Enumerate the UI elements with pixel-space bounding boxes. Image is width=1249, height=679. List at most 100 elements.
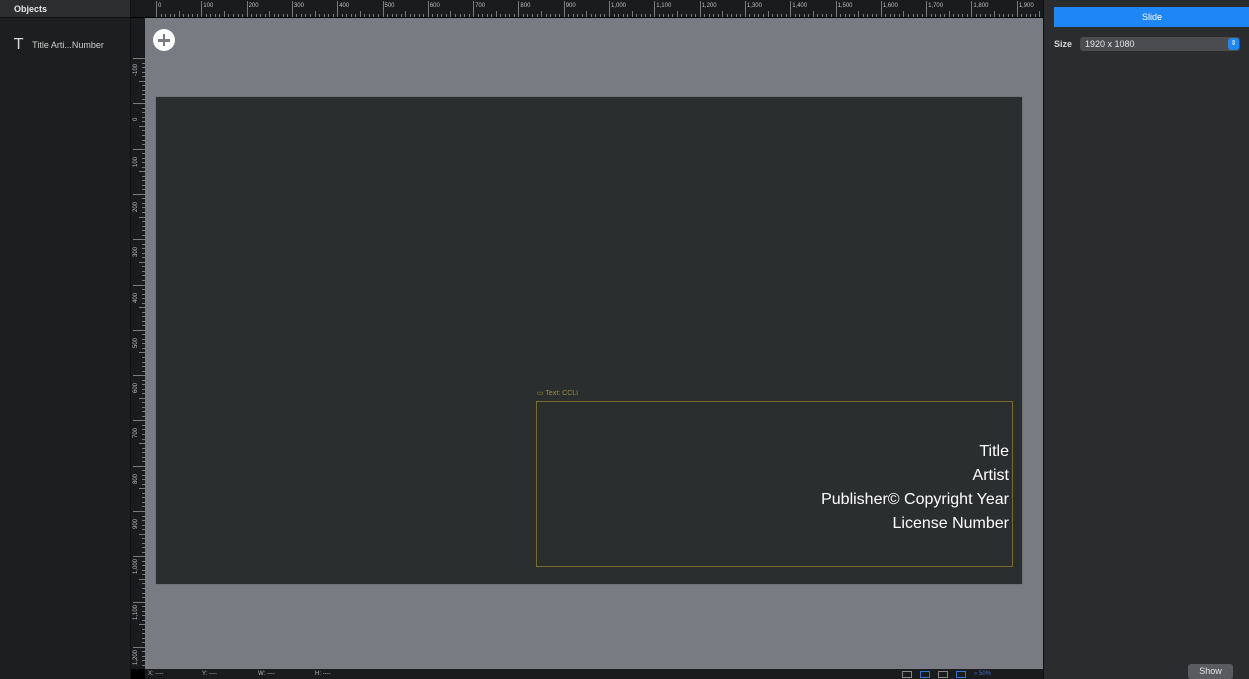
object-list-item-label: Title Arti...Number [32, 39, 104, 50]
ruler-minor-tick [749, 14, 751, 17]
ruler-label: 400 [133, 292, 139, 303]
objects-panel-header: Objects [0, 0, 130, 18]
ruler-minor-tick [536, 14, 538, 17]
ruler-minor-tick [826, 14, 828, 17]
ruler-label: 700 [475, 3, 486, 9]
ruler-minor-tick [264, 14, 266, 17]
ruler-label: 1,900 [1018, 3, 1034, 9]
ruler-minor-tick [214, 14, 216, 17]
ruler-minor-tick [559, 14, 561, 17]
ruler-label: 300 [133, 247, 139, 258]
ruler-minor-tick [722, 11, 724, 17]
chevron-updown-icon[interactable]: ⇕ [1228, 38, 1240, 50]
objects-panel: Objects T Title Arti...Number [0, 0, 131, 679]
ruler-tick [790, 1, 792, 17]
ruler-minor-tick [853, 14, 855, 17]
ruler-minor-tick [178, 11, 180, 17]
ruler-minor-tick [414, 14, 416, 17]
ruler-minor-tick [667, 14, 669, 17]
ruler-minor-tick [858, 11, 860, 17]
ruler-minor-tick [676, 11, 678, 17]
ruler-minor-tick [196, 14, 198, 17]
ruler-minor-tick [459, 14, 461, 17]
ruler-minor-tick [935, 14, 937, 17]
plus-circle-icon[interactable] [153, 29, 175, 51]
slide-text-license: License Number [892, 515, 1010, 532]
slide-text-publisher: Publisher© Copyright Year [821, 491, 1009, 508]
ruler-tick [971, 1, 973, 17]
ruler-minor-tick [278, 14, 280, 17]
slide-text-block[interactable]: Title Artist Publisher© Copyright Year L… [821, 440, 1009, 536]
show-button[interactable]: Show [1188, 664, 1233, 679]
size-row: Size 1920 x 1080 ⇕ [1054, 37, 1241, 51]
ruler-minor-tick [772, 14, 774, 17]
ruler-label: 1,300 [746, 3, 762, 9]
ruler-minor-tick [169, 14, 171, 17]
ruler-label: 400 [339, 3, 350, 9]
ruler-minor-tick [1003, 14, 1005, 17]
zoom-level[interactable]: ⌕ 50% [974, 671, 991, 678]
ruler-minor-tick [332, 14, 334, 17]
ruler-minor-tick [468, 14, 470, 17]
size-select[interactable]: 1920 x 1080 ⇕ [1080, 37, 1241, 51]
ruler-minor-tick [613, 14, 615, 17]
status-icons: ⌕ 50% [902, 669, 991, 679]
ruler-minor-tick [495, 11, 497, 17]
ruler-minor-tick [577, 14, 579, 17]
ruler-tick [654, 1, 656, 17]
snap-icon[interactable] [920, 670, 930, 678]
ruler-minor-tick [405, 11, 407, 17]
ruler-tick [133, 511, 145, 512]
ruler-tick [133, 193, 145, 195]
ruler-tick [201, 1, 203, 17]
tab-slide[interactable]: Slide [1054, 7, 1249, 27]
ruler-minor-tick [645, 14, 647, 17]
ruler-minor-tick [586, 11, 588, 17]
ruler-tick [133, 329, 145, 331]
ruler-tick [133, 601, 145, 603]
ruler-minor-tick [758, 14, 760, 17]
ruler-minor-tick [994, 11, 996, 17]
ruler-label: 900 [133, 518, 139, 529]
ruler-label: 0 [133, 117, 139, 122]
guides-icon[interactable] [956, 670, 966, 678]
ruler-minor-tick [1021, 14, 1023, 17]
ruler-tick [1016, 1, 1018, 17]
ruler-minor-tick [454, 14, 456, 17]
ruler-minor-tick [251, 14, 253, 17]
ruler-minor-tick [1012, 14, 1014, 17]
ruler-minor-tick [622, 14, 624, 17]
ruler-minor-tick [776, 14, 778, 17]
ruler-minor-tick [210, 14, 212, 17]
ruler-minor-tick [174, 14, 176, 17]
ruler-label: 100 [203, 3, 214, 9]
ruler-tick [518, 1, 520, 17]
ruler-minor-tick [631, 11, 633, 17]
text-box-label: ▭ Text: CCLI [537, 390, 579, 397]
ruler-minor-tick [763, 14, 765, 17]
ruler-tick [133, 103, 145, 105]
ruler-minor-tick [187, 14, 189, 17]
checkerboard-icon[interactable] [902, 670, 912, 678]
ruler-minor-tick [364, 14, 366, 17]
ruler-label: 800 [133, 473, 139, 484]
ruler-minor-tick [903, 11, 905, 17]
ruler-label: 500 [133, 337, 139, 348]
grid-icon[interactable] [938, 670, 948, 678]
ruler-minor-tick [713, 14, 715, 17]
ruler-minor-tick [731, 14, 733, 17]
ruler-minor-tick [581, 14, 583, 17]
ruler-minor-tick [753, 14, 755, 17]
ruler-label: 1,000 [133, 559, 139, 575]
ruler-label: 600 [429, 3, 440, 9]
ruler-minor-tick [377, 14, 379, 17]
ruler-minor-tick [436, 14, 438, 17]
ruler-minor-tick [808, 14, 810, 17]
ruler-minor-tick [590, 14, 592, 17]
ruler-minor-tick [672, 14, 674, 17]
ruler-minor-tick [396, 14, 398, 17]
ruler-minor-tick [708, 14, 710, 17]
status-bar: X: ---- Y: ---- W: ---- H: ---- ⌕ 50% [145, 669, 1043, 679]
ruler-tick [926, 1, 928, 17]
object-list-item-text[interactable]: T Title Arti...Number [14, 37, 104, 52]
